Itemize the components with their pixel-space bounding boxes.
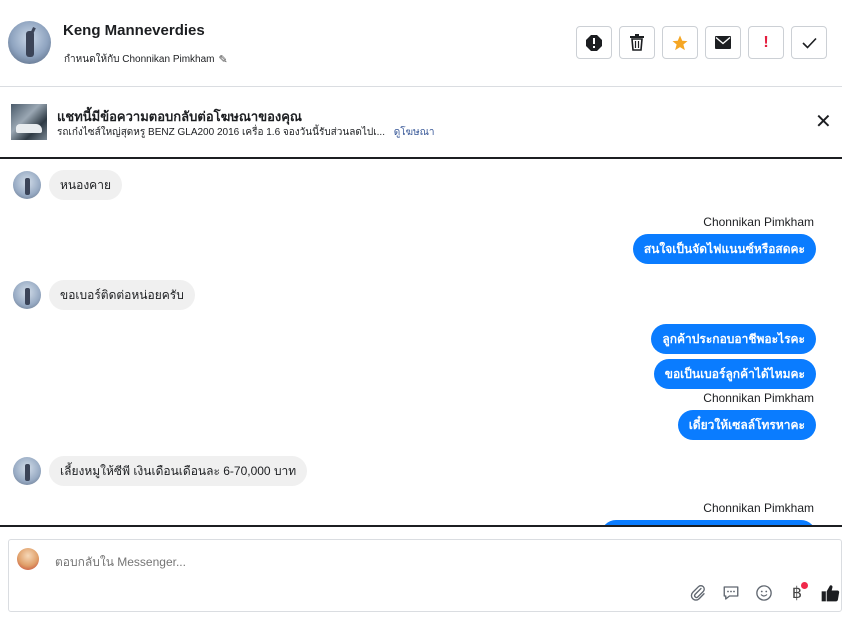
attach-button[interactable]: [687, 582, 709, 604]
saved-reply-icon: [723, 586, 739, 600]
ad-reply-banner: แชทนี้มีข้อความตอบกลับต่อโฆษณาของคุณ รถเ…: [0, 86, 842, 159]
sender-name: Chonnikan Pimkham: [703, 501, 814, 515]
composer-tools: ฿: [687, 582, 841, 604]
sender-name: Chonnikan Pimkham: [703, 215, 814, 229]
sender-avatar[interactable]: [13, 281, 41, 309]
important-button[interactable]: !: [748, 26, 784, 59]
page-avatar: [17, 548, 39, 570]
assignee-row[interactable]: กำหนดให้กับ Chonnikan Pimkham ✎: [64, 52, 228, 67]
mark-spam-button[interactable]: [576, 26, 612, 59]
mark-done-button[interactable]: [791, 26, 827, 59]
conversation-header: Keng Manneverdies กำหนดให้กับ Chonnikan …: [0, 0, 842, 87]
ad-thumbnail[interactable]: [11, 104, 47, 140]
contact-avatar[interactable]: [8, 21, 51, 64]
outgoing-message[interactable]: ขอเป็นเบอร์ลูกค้าได้ไหมคะ: [653, 359, 816, 389]
attach-icon: [690, 585, 705, 601]
notification-dot: [801, 582, 808, 589]
saved-reply-button[interactable]: [720, 582, 742, 604]
trash-icon: [630, 34, 644, 51]
incoming-message[interactable]: หนองคาย: [49, 170, 122, 200]
spam-icon: [586, 34, 602, 51]
emoji-icon: [756, 585, 772, 601]
like-button[interactable]: [819, 582, 841, 604]
outgoing-message[interactable]: ลูกค้าประกอบอาชีพอะไรคะ: [651, 324, 816, 354]
payment-button[interactable]: ฿: [786, 582, 808, 604]
star-button[interactable]: [662, 26, 698, 59]
header-actions: !: [576, 26, 827, 59]
reply-input[interactable]: [53, 554, 557, 570]
emoji-button[interactable]: [753, 582, 775, 604]
outgoing-message[interactable]: เดี๋ยวให้เซลล์โทรหาคะ: [677, 410, 816, 440]
mark-unread-button[interactable]: [705, 26, 741, 59]
delete-button[interactable]: [619, 26, 655, 59]
incoming-message[interactable]: ขอเบอร์ติดต่อหน่อยครับ: [49, 280, 195, 310]
sender-avatar[interactable]: [13, 171, 41, 199]
view-ad-link[interactable]: ดูโฆษณา: [394, 127, 435, 138]
reply-composer: ฿: [8, 539, 842, 612]
pencil-icon[interactable]: ✎: [219, 53, 228, 66]
ad-banner-subtitle: รถเก๋งไซส์ใหญ่สุดหรู BENZ GLA200 2016 เค…: [57, 125, 435, 140]
mail-icon: [715, 36, 731, 49]
incoming-message[interactable]: เลี้ยงหมูให้ซีพี เงินเดือนเดือนละ 6-70,0…: [49, 456, 308, 486]
outgoing-message[interactable]: สนใจเป็นจัดไฟแนนซ์หรือสดคะ: [632, 234, 816, 264]
sender-avatar[interactable]: [13, 457, 41, 485]
sender-name: Chonnikan Pimkham: [703, 391, 814, 405]
star-icon: [672, 35, 688, 50]
composer-divider: [0, 525, 842, 527]
like-icon: [821, 585, 840, 602]
close-icon[interactable]: ✕: [815, 112, 832, 132]
important-icon: !: [763, 33, 769, 51]
contact-name[interactable]: Keng Manneverdies: [63, 22, 205, 39]
ad-banner-title: แชทนี้มีข้อความตอบกลับต่อโฆษณาของคุณ: [57, 109, 302, 124]
check-icon: [801, 37, 817, 49]
ad-description: รถเก๋งไซส์ใหญ่สุดหรู BENZ GLA200 2016 เค…: [57, 127, 385, 138]
assignee-label: กำหนดให้กับ Chonnikan Pimkham: [64, 54, 215, 65]
message-thread[interactable]: หนองคาย Chonnikan Pimkham สนใจเป็นจัดไฟแ…: [0, 158, 842, 525]
